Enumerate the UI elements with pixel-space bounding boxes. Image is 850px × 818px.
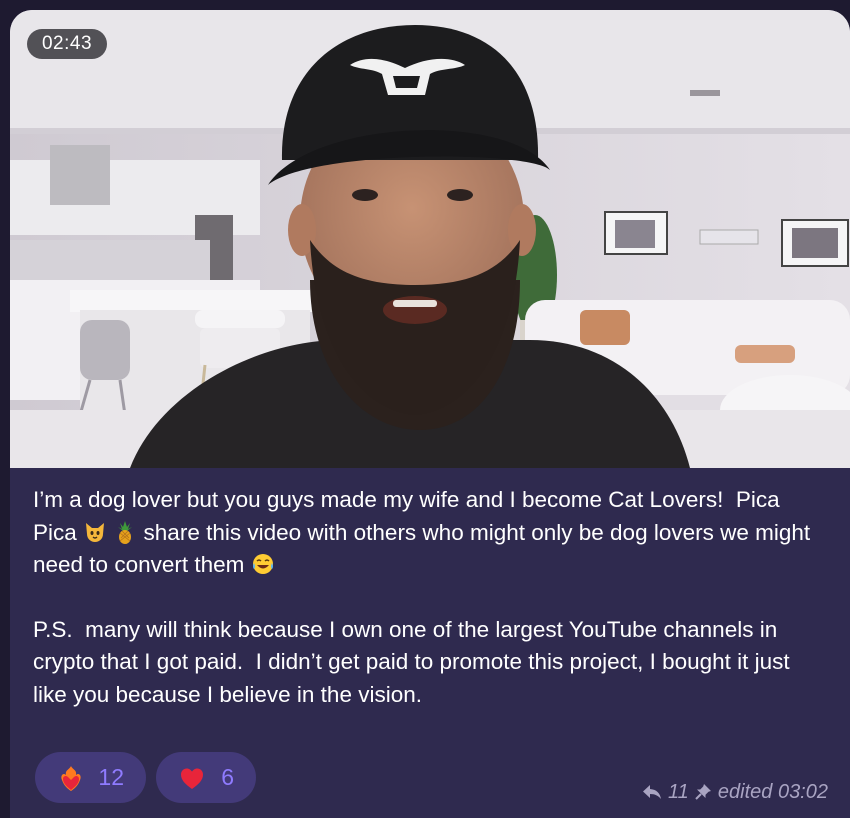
pin-icon (695, 783, 712, 800)
video-player[interactable]: 02:43 (10, 10, 850, 468)
reaction-count: 6 (221, 764, 234, 790)
message-meta: 11 edited 03:02 (642, 778, 828, 805)
edited-timestamp: edited 03:02 (717, 780, 828, 803)
heart-on-fire-icon (61, 766, 81, 791)
pineapple-icon (118, 520, 133, 544)
message-text: I’m a dog lover but you guys made my wif… (33, 484, 823, 711)
cat-face-icon (86, 522, 105, 542)
tears-of-joy-icon (252, 554, 273, 574)
message-text-part: share this video with others who might o… (33, 519, 817, 578)
message-bubble: 02:43 I’m a dog lover but you guys made … (10, 10, 850, 818)
message-paragraph: I’m a dog lover but you guys made my wif… (33, 484, 823, 582)
reaction-red-heart[interactable]: 6 (156, 752, 256, 803)
forward-count: 11 (668, 780, 689, 803)
reaction-count: 12 (98, 764, 124, 790)
reaction-heart-on-fire[interactable]: 12 (35, 752, 146, 803)
video-duration-badge: 02:43 (27, 29, 107, 59)
forward-icon (643, 784, 662, 799)
red-heart-icon (181, 768, 203, 789)
video-thumbnail (10, 10, 850, 468)
message-paragraph: P.S. many will think because I own one o… (33, 616, 796, 707)
